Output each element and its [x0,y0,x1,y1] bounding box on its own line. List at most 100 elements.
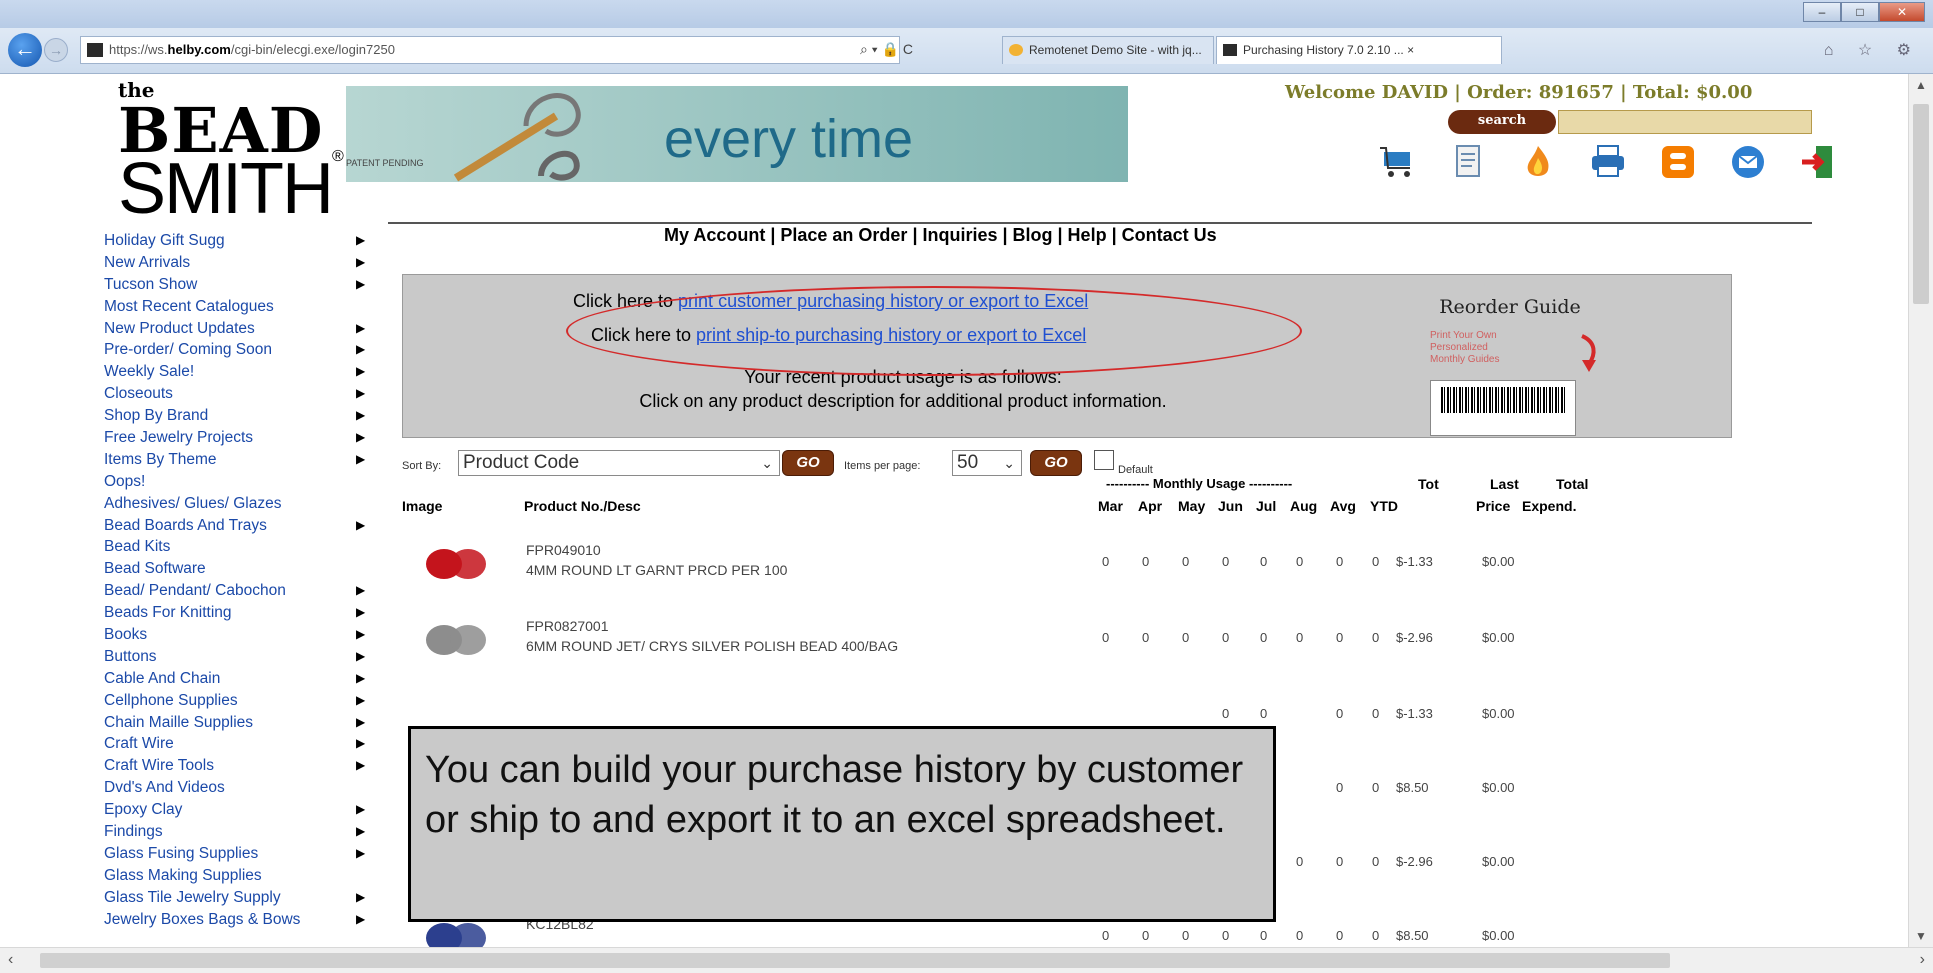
sidebar-item[interactable]: Oops! [104,471,384,493]
col-avg: Avg [1330,498,1356,514]
horizontal-scroll-thumb[interactable] [40,953,1670,968]
search-input[interactable] [1558,110,1812,134]
scroll-right-icon[interactable]: › [1920,951,1925,969]
logout-icon[interactable] [1796,140,1840,184]
main-nav[interactable]: My Account | Place an Order | Inquiries … [664,225,1217,246]
product-code[interactable]: FPR049010 [526,542,601,558]
sidebar-item[interactable]: Epoxy Clay ▶ [104,799,384,821]
maximize-button[interactable]: □ [1841,2,1879,22]
sidebar-item[interactable]: Buttons ▶ [104,646,384,668]
blogger-icon[interactable] [1656,140,1700,184]
sidebar-item[interactable]: Beads For Knitting ▶ [104,602,384,624]
sidebar-item[interactable]: Bead Software [104,558,384,580]
submenu-arrow-icon: ▶ [356,758,366,773]
sidebar-item[interactable]: Free Jewelry Projects ▶ [104,427,384,449]
horizontal-scrollbar[interactable]: ‹ › [0,947,1933,973]
sidebar-item[interactable]: Dvd's And Videos [104,777,384,799]
sidebar-item[interactable]: Glass Tile Jewelry Supply ▶ [104,887,384,909]
product-thumbnail[interactable] [418,620,494,660]
sidebar-item[interactable]: Cellphone Supplies ▶ [104,690,384,712]
submenu-arrow-icon: ▶ [356,670,366,685]
sidebar-item[interactable]: Cable And Chain ▶ [104,668,384,690]
sidebar-item[interactable]: New Arrivals ▶ [104,252,384,274]
scroll-up-icon[interactable]: ▲ [1915,78,1927,92]
scroll-down-icon[interactable]: ▼ [1915,929,1927,943]
flame-icon[interactable] [1516,140,1560,184]
sidebar-item[interactable]: Bead/ Pendant/ Cabochon ▶ [104,580,384,602]
tab-purchasing-history[interactable]: Purchasing History 7.0 2.10 ... × [1216,36,1502,64]
submenu-arrow-icon: ▶ [356,911,366,926]
sidebar-item[interactable]: Glass Making Supplies [104,865,384,887]
product-thumbnail[interactable] [418,544,494,584]
sidebar-item[interactable]: Weekly Sale! ▶ [104,361,384,383]
ie-icon [1009,44,1023,56]
default-checkbox[interactable] [1094,450,1114,470]
sidebar-item[interactable]: Bead Kits [104,536,384,558]
product-code[interactable]: FPR0827001 [526,618,609,634]
sort-go-button[interactable]: GO [782,450,834,476]
document-icon[interactable] [1446,140,1490,184]
scroll-left-icon[interactable]: ‹ [8,951,13,969]
site-icon [1223,44,1237,56]
items-per-page-select[interactable]: 50 ⌄ [952,450,1022,476]
submenu-arrow-icon: ▶ [356,517,366,532]
sidebar-item-label: Adhesives/ Glues/ Glazes [104,494,282,512]
cell-apr: 0 [1142,630,1150,645]
col-product[interactable]: Product No./Desc [524,498,641,514]
sidebar-item[interactable]: Bead Boards And Trays ▶ [104,515,384,537]
address-bar: ← → https://ws.helby.com/cgi-bin/elecgi.… [0,28,1933,74]
close-window-button[interactable]: ✕ [1879,2,1925,22]
sidebar-item[interactable]: Craft Wire Tools ▶ [104,755,384,777]
sidebar-item[interactable]: Items By Theme ▶ [104,449,384,471]
printer-icon[interactable] [1586,140,1630,184]
sidebar-item[interactable]: Shop By Brand ▶ [104,405,384,427]
product-description[interactable]: 6MM ROUND JET/ CRYS SILVER POLISH BEAD 4… [526,638,898,654]
browser-right-tools[interactable]: ⌂ ☆ ⚙ [1824,40,1921,60]
header-divider [388,222,1812,224]
sidebar-item-label: Glass Tile Jewelry Supply [104,888,281,906]
tab-remotenet[interactable]: Remotenet Demo Site - with jq... [1002,36,1214,64]
items-go-button[interactable]: GO [1030,450,1082,476]
product-thumbnail[interactable] [418,918,494,947]
site-favicon-icon [87,43,103,57]
cell-jun: 0 [1222,928,1230,943]
col-jun: Jun [1218,498,1243,514]
sidebar-item[interactable]: Craft Wire ▶ [104,733,384,755]
sidebar-item[interactable]: Holiday Gift Sugg ▶ [104,230,384,252]
sidebar-item-label: New Product Updates [104,319,255,337]
cell-ytd: 0 [1372,554,1380,569]
vertical-scrollbar[interactable]: ▲ ▼ [1908,74,1933,947]
sidebar-item[interactable]: Chain Maille Supplies ▶ [104,712,384,734]
sidebar-item[interactable]: New Product Updates ▶ [104,318,384,340]
back-button[interactable]: ← [8,33,42,67]
sidebar-item[interactable]: Closeouts ▶ [104,383,384,405]
reorder-guide[interactable]: Reorder Guide Print Your Own Personalize… [1410,296,1610,436]
minimize-button[interactable]: – [1803,2,1841,22]
sidebar-item[interactable]: Tucson Show ▶ [104,274,384,296]
forward-button[interactable]: → [44,38,68,62]
sidebar-item[interactable]: Most Recent Catalogues [104,296,384,318]
product-description[interactable]: 4MM ROUND LT GARNT PRCD PER 100 [526,562,787,578]
sidebar-item[interactable]: Glass Fusing Supplies ▶ [104,843,384,865]
sort-select[interactable]: Product Code ⌄ [458,450,780,476]
url-input[interactable]: https://ws.helby.com/cgi-bin/elecgi.exe/… [80,36,900,64]
sidebar-item[interactable]: Adhesives/ Glues/ Glazes [104,493,384,515]
submenu-arrow-icon: ▶ [356,714,366,729]
submenu-arrow-icon: ▶ [356,845,366,860]
banner-slogan: every time [664,109,914,169]
cart-icon[interactable] [1376,140,1420,184]
sidebar-item[interactable]: Findings ▶ [104,821,384,843]
beadsmith-logo[interactable]: the BEAD SMITH® [118,78,344,229]
cell-expend: $0.00 [1482,928,1515,943]
col-aug: Aug [1290,498,1318,514]
email-icon[interactable] [1726,140,1770,184]
col-mar: Mar [1098,498,1123,514]
search-button[interactable]: search [1448,110,1556,134]
sidebar-item[interactable]: Pre-order/ Coming Soon ▶ [104,339,384,361]
submenu-arrow-icon: ▶ [356,583,366,598]
vertical-scroll-thumb[interactable] [1913,104,1929,304]
sidebar-item[interactable]: Books ▶ [104,624,384,646]
sidebar-item[interactable]: Jewelry Boxes Bags & Bows ▶ [104,909,384,931]
cell-avg: 0 [1336,780,1344,795]
url-tools[interactable]: ⌕ ▾ 🔒 C [860,36,913,62]
